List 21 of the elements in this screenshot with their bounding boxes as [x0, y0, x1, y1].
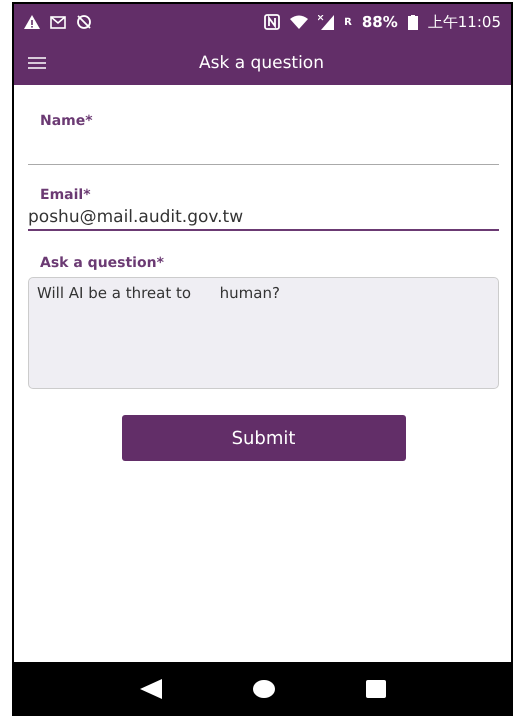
menu-icon[interactable]: [28, 56, 46, 68]
mail-icon: [50, 16, 66, 28]
question-field[interactable]: Will AI be a threat to human?: [28, 277, 499, 389]
battery-icon: [408, 14, 418, 30]
clock: 上午11:05: [428, 12, 501, 32]
field-label: Name*: [40, 113, 94, 129]
sync-off-icon: [76, 14, 92, 30]
warning-icon: [24, 15, 40, 29]
screen-title: Ask a question: [198, 52, 325, 72]
field-label: Email*: [40, 187, 92, 203]
home-icon[interactable]: [252, 680, 274, 698]
text-field[interactable]: poshu@mail.audit.gov.tw: [28, 205, 499, 231]
back-icon[interactable]: [140, 679, 162, 699]
battery-percentage: 88%: [362, 13, 398, 31]
wifi-icon: [290, 15, 308, 29]
roaming-indicator: R: [344, 16, 352, 28]
submit-button[interactable]: Submit: [122, 415, 406, 461]
field-label: Ask a question*: [40, 255, 165, 271]
recents-icon[interactable]: [366, 680, 386, 698]
nfc-icon: [264, 14, 280, 30]
signal-icon: [318, 14, 334, 30]
